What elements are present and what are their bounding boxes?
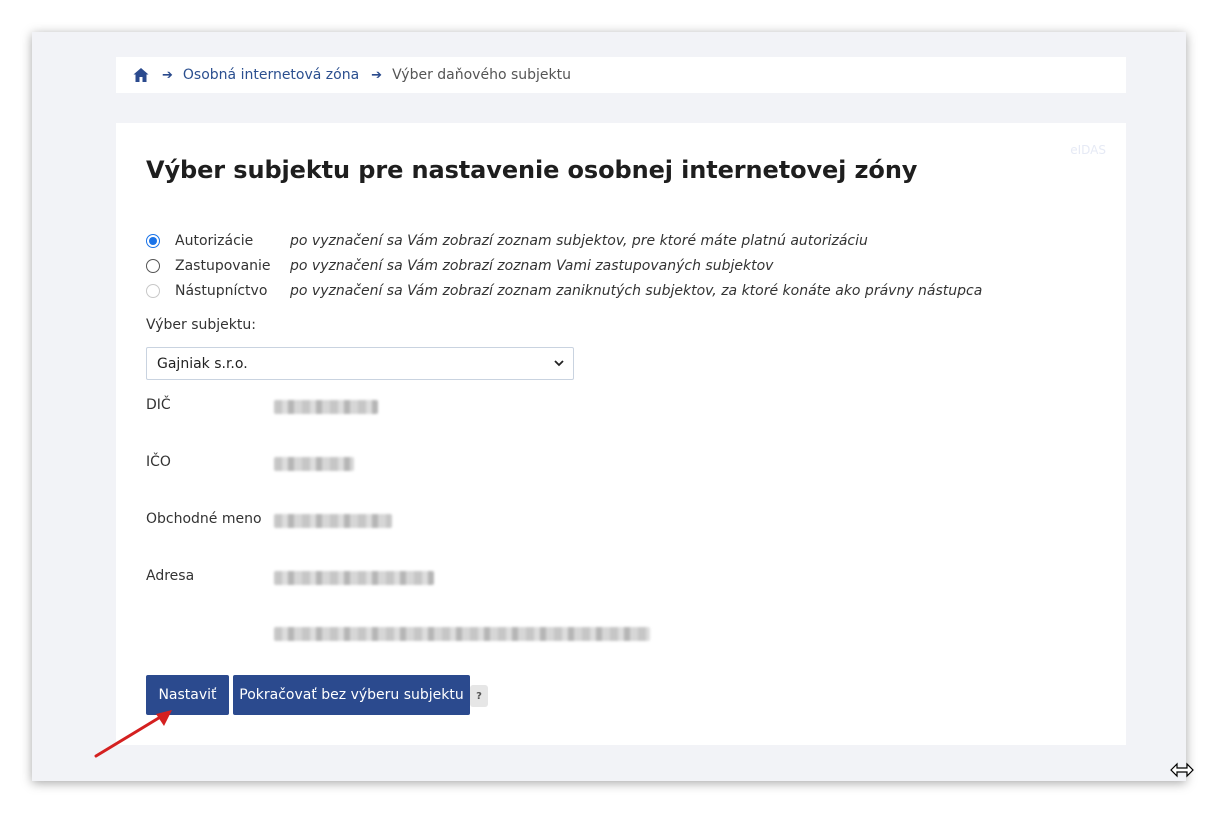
dic-label: DIČ (146, 397, 171, 413)
radio-option-authorizations[interactable]: Autorizácie po vyznačení sa Vám zobrazí … (146, 231, 868, 251)
business-name-label: Obchodné meno (146, 511, 262, 527)
radio-label[interactable]: Nástupníctvo (175, 283, 285, 299)
radio-description: po vyznačení sa Vám zobrazí zoznam zanik… (290, 283, 983, 299)
eidas-label[interactable]: eIDAS (1070, 143, 1106, 157)
breadcrumb: ➔ Osobná internetová zóna ➔ Výber daňové… (116, 57, 1126, 93)
radio-description: po vyznačení sa Vám zobrazí zoznam Vami … (290, 258, 774, 274)
radio-option-representation[interactable]: Zastupovanie po vyznačení sa Vám zobrazí… (146, 256, 773, 276)
redacted-business-name (274, 514, 392, 528)
page-title: Výber subjektu pre nastavenie osobnej in… (146, 156, 918, 184)
subject-select-label: Výber subjektu: (146, 317, 256, 333)
browser-window: ➔ Osobná internetová zóna ➔ Výber daňové… (32, 32, 1186, 781)
redacted-dic-value (274, 400, 378, 414)
redacted-ico-value (274, 457, 354, 471)
address-label: Adresa (146, 568, 195, 584)
subject-select[interactable]: Gajniak s.r.o. (146, 347, 574, 380)
continue-without-subject-button[interactable]: Pokračovať bez výberu subjektu (233, 675, 470, 715)
radio-button-disabled[interactable] (146, 284, 160, 298)
radio-label[interactable]: Zastupovanie (175, 258, 285, 274)
breadcrumb-current: Výber daňového subjektu (392, 67, 571, 83)
breadcrumb-link-personal-zone[interactable]: Osobná internetová zóna (183, 67, 359, 83)
ico-label: IČO (146, 454, 171, 470)
redacted-address-line1 (274, 571, 434, 585)
home-icon[interactable] (132, 66, 150, 84)
annotation-arrow-icon (94, 710, 172, 758)
arrow-right-icon: ➔ (371, 67, 383, 83)
radio-label[interactable]: Autorizácie (175, 233, 285, 249)
redacted-address-line2 (274, 627, 650, 641)
chevron-down-icon (554, 360, 564, 367)
radio-button-checked[interactable] (146, 234, 160, 248)
radio-description: po vyznačení sa Vám zobrazí zoznam subje… (290, 233, 868, 249)
subject-selection-card: eIDAS Výber subjektu pre nastavenie osob… (116, 123, 1126, 745)
arrow-right-icon: ➔ (162, 67, 173, 83)
radio-option-succession[interactable]: Nástupníctvo po vyznačení sa Vám zobrazí… (146, 281, 982, 301)
help-button[interactable]: ? (470, 685, 488, 707)
subject-select-value: Gajniak s.r.o. (157, 355, 248, 372)
radio-button[interactable] (146, 259, 160, 273)
resize-horizontal-icon (1170, 762, 1194, 778)
